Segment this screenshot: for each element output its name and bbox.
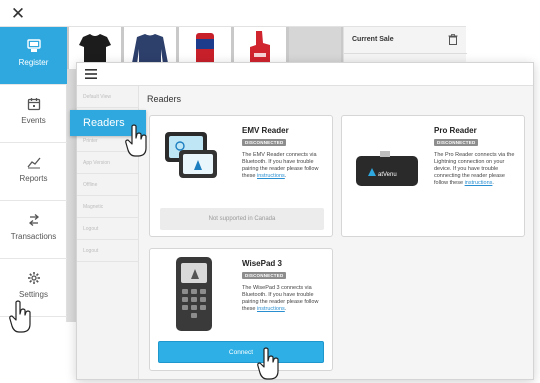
settings-row-magnetic[interactable]: Magnetic: [77, 196, 139, 218]
nav-label: Events: [21, 116, 46, 125]
nav-item-reports[interactable]: Reports: [0, 143, 67, 201]
desc-line: The EMV Reader connects via: [242, 152, 317, 158]
emv-reader-card: EMV Reader DISCONNECTED The EMV Reader c…: [149, 115, 333, 237]
desc-line: device. If you have trouble: [434, 166, 499, 172]
desc-line: these instructions.: [242, 173, 332, 180]
desc-line: pairing the reader please follow: [242, 166, 319, 172]
desc-text: .: [284, 173, 287, 179]
desc-line: connecting the reader please: [434, 173, 505, 179]
nav-item-register[interactable]: Register: [0, 27, 67, 85]
desc-line: pairing the reader please follow: [242, 299, 319, 305]
nav-label: Settings: [19, 290, 48, 299]
pointer-hand-icon: [9, 300, 31, 333]
desc-line: Bluetooth. If you have trouble: [242, 159, 314, 165]
chart-line-icon: [26, 157, 40, 169]
emv-description: The EMV Reader connects via Bluetooth. I…: [242, 152, 332, 180]
pro-description: The Pro Reader connects via the Lightnin…: [434, 152, 524, 187]
pro-reader-image: atVenu: [356, 151, 418, 186]
desc-line: these instructions.: [242, 306, 332, 313]
instructions-link[interactable]: instructions: [257, 173, 285, 179]
readers-content: Readers EMV Reader DISCONNECTED The EMV …: [139, 86, 533, 379]
desc-line: follow these instructions.: [434, 180, 524, 187]
register-icon: [26, 39, 41, 52]
wisepad-description: The WisePad 3 connects via Bluetooth. If…: [242, 285, 332, 313]
pro-status-badge: DISCONNECTED: [434, 139, 479, 146]
pro-reader-card: atVenu Pro Reader DISCONNECTED The Pro R…: [341, 115, 525, 237]
instructions-link[interactable]: instructions: [257, 306, 285, 312]
trash-icon[interactable]: [448, 34, 458, 45]
desc-line: Lightning connection on your: [434, 159, 505, 165]
page-title: Readers: [147, 94, 182, 104]
hamburger-menu-icon[interactable]: [85, 69, 97, 79]
desc-text: .: [492, 180, 494, 186]
calendar-icon: [27, 98, 40, 111]
desc-text: these: [242, 173, 257, 179]
settings-row-logout[interactable]: Logout: [77, 218, 139, 240]
settings-row-logout-2[interactable]: Logout: [77, 240, 139, 262]
not-supported-button: Not supported in Canada: [160, 208, 324, 230]
nav-label: Transactions: [10, 232, 57, 241]
wisepad-card: WisePad 3 DISCONNECTED The WisePad 3 con…: [149, 248, 333, 371]
desc-text: .: [284, 306, 287, 312]
pro-reader-brand: atVenu: [378, 172, 397, 178]
nav-item-events[interactable]: Events: [0, 85, 67, 143]
nav-item-transactions[interactable]: Transactions: [0, 201, 67, 259]
desc-text: these: [242, 306, 257, 312]
transfer-arrows-icon: [28, 214, 39, 226]
desc-line: The Pro Reader connects via the: [434, 152, 515, 158]
desc-line: Bluetooth. If you have trouble: [242, 292, 314, 298]
left-navigation: Register Events Reports Transactions Set…: [0, 27, 67, 322]
wisepad-title: WisePad 3: [242, 259, 282, 268]
emv-status-badge: DISCONNECTED: [242, 139, 287, 146]
current-sale-title: Current Sale: [352, 36, 394, 43]
pro-reader-title: Pro Reader: [434, 126, 477, 135]
pointer-hand-icon: [257, 347, 279, 380]
connect-button[interactable]: Connect: [158, 341, 324, 363]
nav-label: Register: [18, 58, 49, 67]
gear-icon: [27, 272, 40, 284]
wisepad-status-badge: DISCONNECTED: [242, 272, 287, 279]
close-icon[interactable]: ✕: [8, 4, 28, 24]
front-topbar: [77, 63, 533, 86]
emv-reader-image: [165, 132, 217, 178]
nav-label: Reports: [19, 174, 48, 183]
desc-line: The WisePad 3 connects via: [242, 285, 312, 291]
settings-row-default-view[interactable]: Default View: [77, 86, 139, 108]
back-topbar: ✕: [0, 0, 466, 27]
instructions-link[interactable]: instructions: [465, 180, 493, 186]
wisepad-image: [176, 257, 212, 331]
settings-row-offline[interactable]: Offline: [77, 174, 139, 196]
desc-text: follow these: [434, 180, 465, 186]
pointer-hand-icon: [125, 124, 147, 157]
emv-reader-title: EMV Reader: [242, 126, 289, 135]
